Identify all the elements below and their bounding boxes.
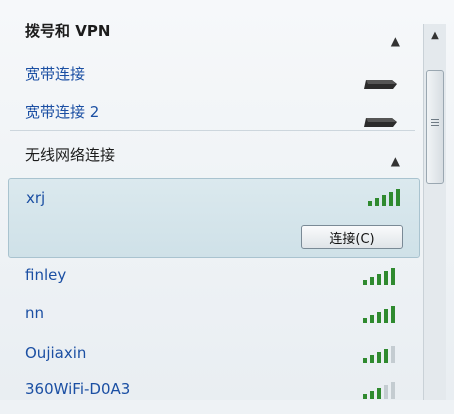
- wifi-network-item[interactable]: nn: [0, 298, 420, 336]
- wifi-signal-icon: [363, 346, 395, 363]
- chevron-up-icon[interactable]: ▲: [391, 34, 400, 48]
- scrollbar[interactable]: ▲: [423, 24, 446, 400]
- network-name: xrj: [26, 189, 46, 207]
- wifi-network-item[interactable]: 360WiFi-D0A3: [0, 376, 420, 414]
- wifi-network-item[interactable]: Oujiaxin: [0, 338, 420, 376]
- connect-button[interactable]: 连接(C): [301, 225, 403, 249]
- network-flyout-panel: 拨号和 VPN ▲ 宽带连接 宽带连接 2 无线网络连接 ▲ xrj 连接(C): [0, 0, 454, 400]
- network-name: 360WiFi-D0A3: [25, 380, 131, 398]
- selected-network-item[interactable]: xrj 连接(C): [8, 178, 420, 258]
- wifi-signal-icon: [363, 382, 395, 399]
- wifi-signal-icon: [363, 306, 395, 323]
- modem-icon: [364, 80, 397, 89]
- wired-connection-item[interactable]: 宽带连接 2: [0, 96, 420, 132]
- network-name: finley: [25, 266, 67, 284]
- wifi-network-item[interactable]: finley: [0, 258, 420, 296]
- network-name: Oujiaxin: [25, 344, 87, 362]
- wired-connection-label: 宽带连接: [25, 65, 86, 83]
- dialup-section-title: 拨号和 VPN: [25, 22, 111, 40]
- wireless-section-header[interactable]: 无线网络连接 ▲: [0, 136, 420, 178]
- wired-connection-label: 宽带连接 2: [25, 103, 100, 121]
- wired-connection-item[interactable]: 宽带连接: [0, 58, 420, 94]
- modem-icon: [364, 118, 397, 127]
- scrollbar-thumb[interactable]: [426, 70, 444, 184]
- scroll-up-arrow-icon[interactable]: ▲: [424, 26, 446, 46]
- network-name: nn: [25, 304, 45, 322]
- grip-icon: [431, 119, 439, 128]
- wireless-section-title: 无线网络连接: [25, 146, 116, 164]
- wifi-signal-icon: [363, 268, 395, 285]
- chevron-up-icon[interactable]: ▲: [391, 154, 400, 168]
- dialup-section-header[interactable]: 拨号和 VPN ▲: [0, 14, 420, 56]
- wifi-signal-icon: [368, 189, 400, 206]
- section-divider: [10, 130, 415, 131]
